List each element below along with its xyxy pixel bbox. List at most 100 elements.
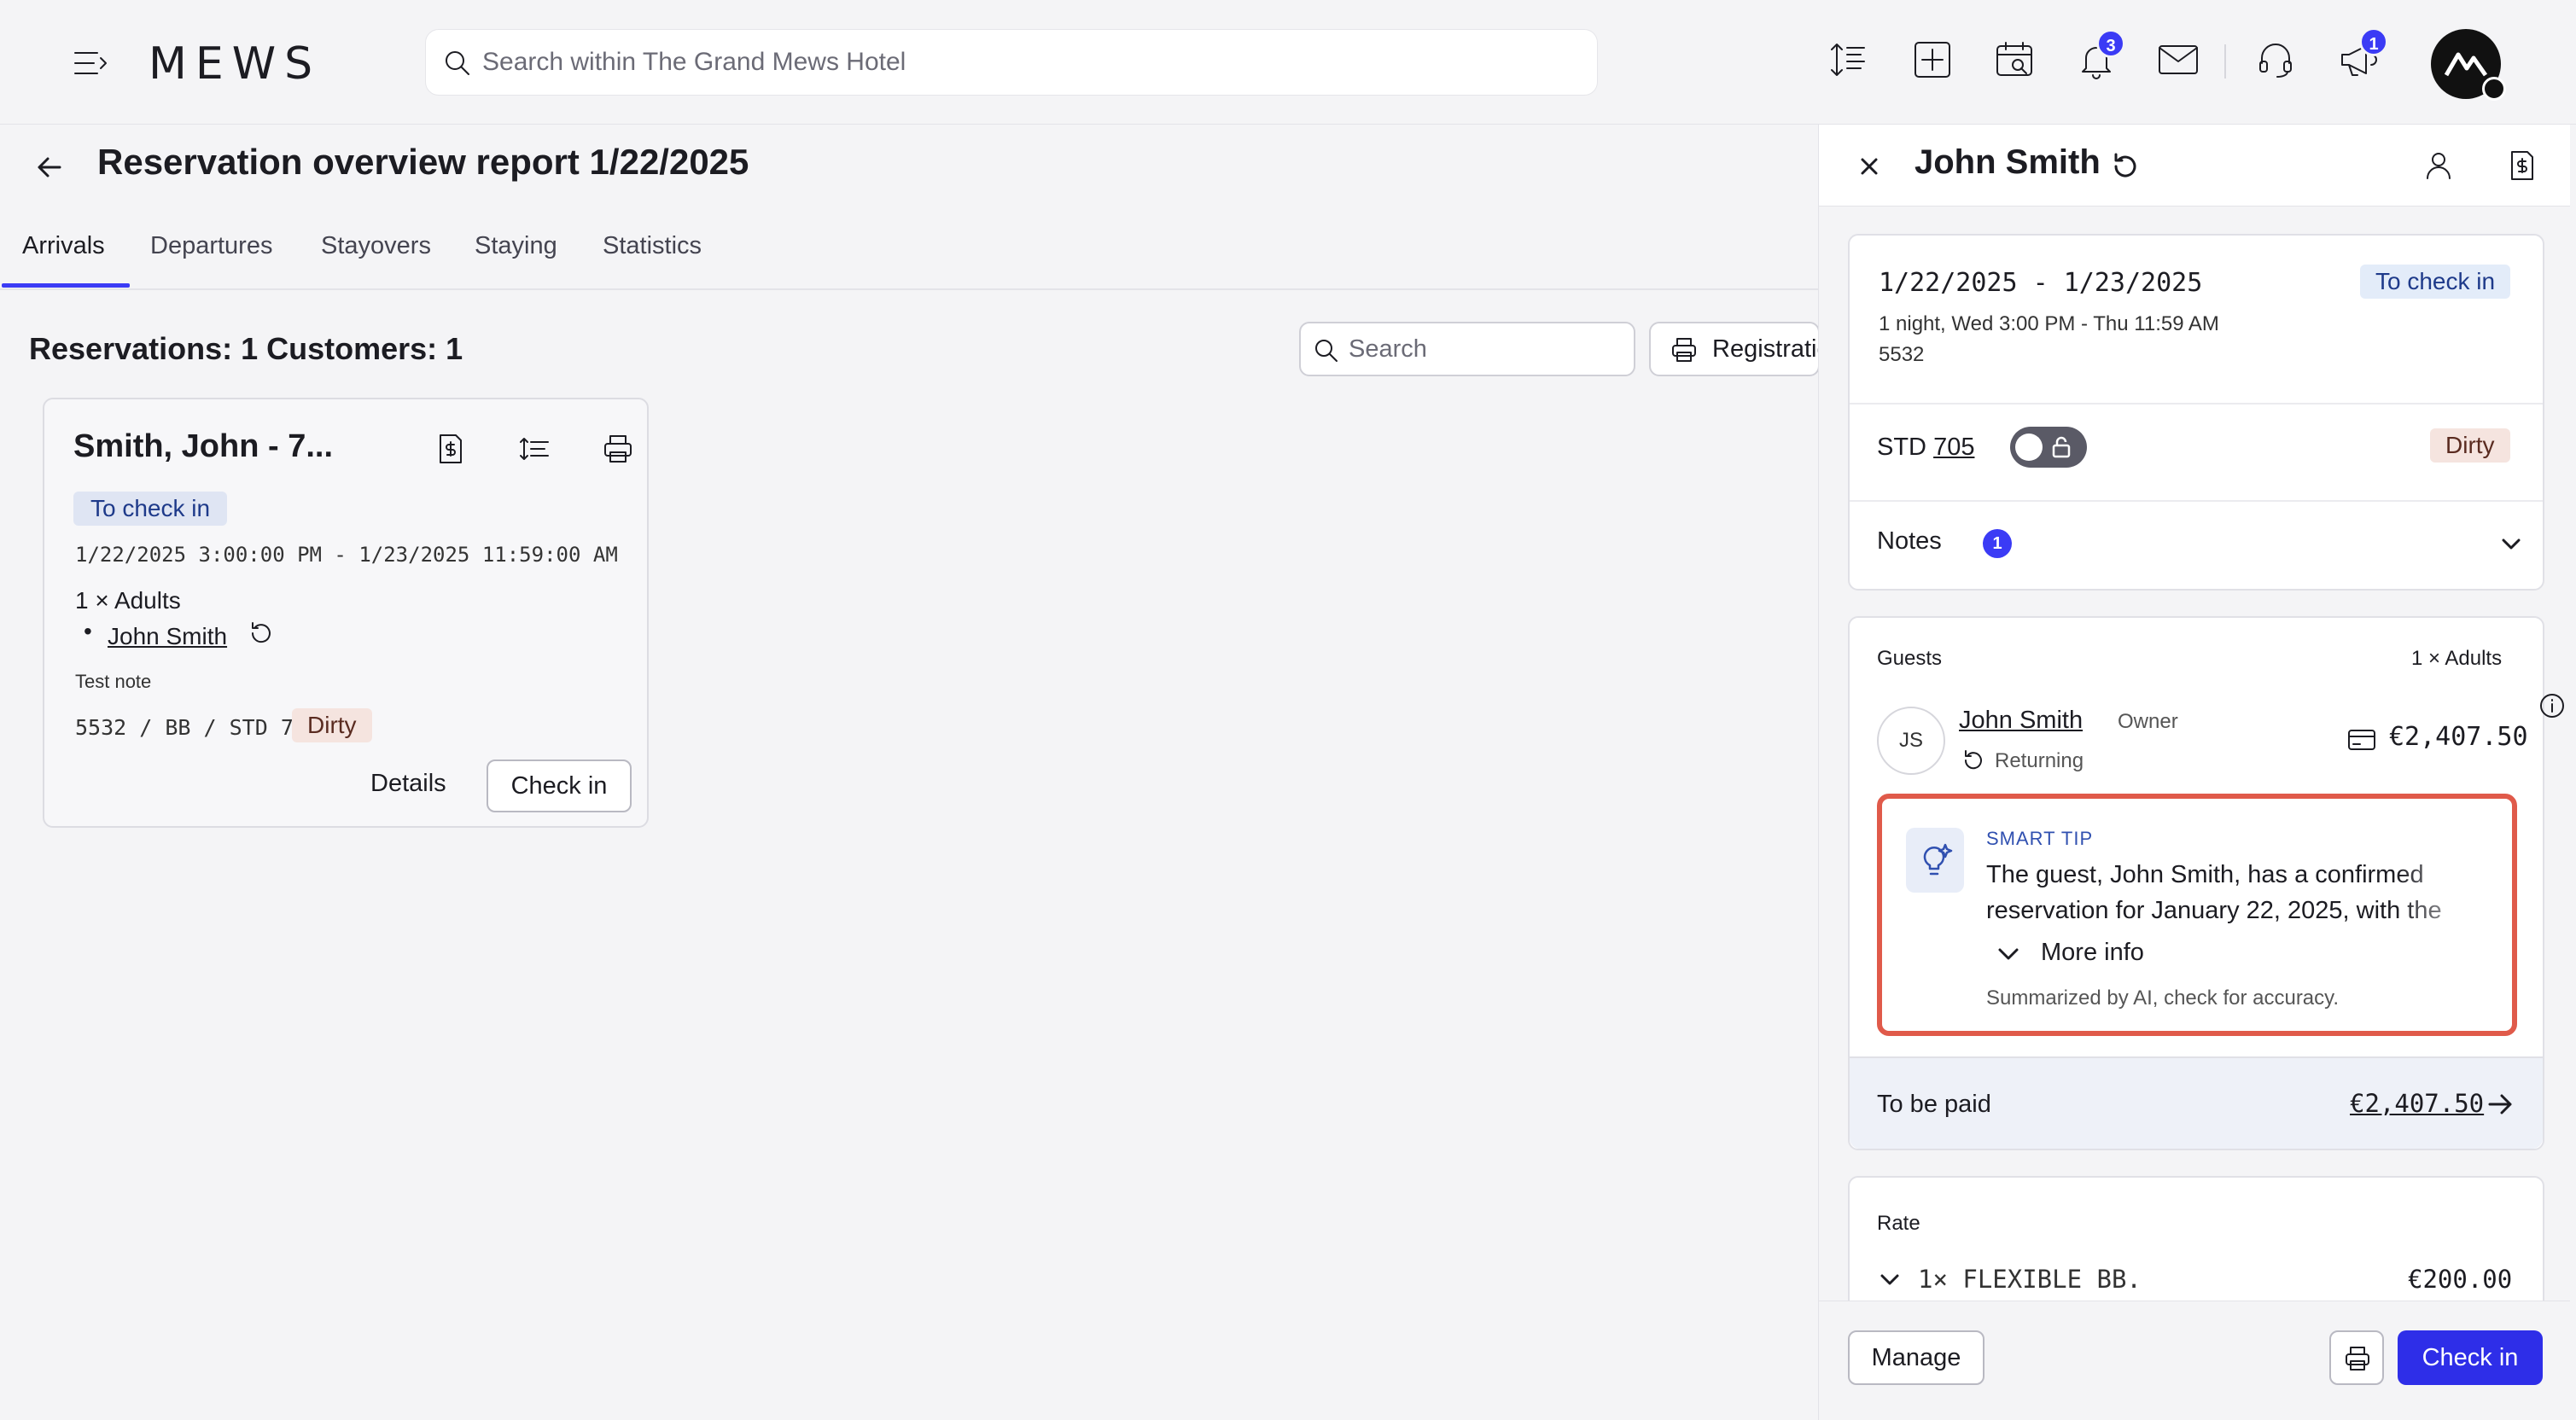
printer-icon[interactable]: [601, 432, 635, 466]
search-icon: [446, 51, 469, 75]
invoice-icon[interactable]: [434, 432, 468, 466]
panel-header: John Smith: [1819, 125, 2570, 207]
person-icon[interactable]: [2422, 148, 2456, 183]
reservation-number: 5532: [1879, 343, 1925, 366]
guest-count: 1 × Adults: [75, 587, 181, 614]
room-status-badge: Dirty: [292, 708, 372, 742]
divider: [1850, 500, 2543, 502]
rate-amount: €200.00: [2408, 1265, 2513, 1294]
guest-avatar[interactable]: JS: [1877, 707, 1945, 775]
back-arrow-icon[interactable]: [32, 150, 67, 184]
mail-icon[interactable]: [2156, 38, 2200, 82]
add-icon[interactable]: [1910, 38, 1955, 82]
headset-icon[interactable]: [2253, 38, 2298, 82]
stay-dates: 1/22/2025 - 1/23/2025: [1879, 268, 2203, 298]
avatar-status-dot: [2482, 77, 2506, 101]
user-avatar[interactable]: [2431, 29, 2506, 101]
smart-tip-card: SMART TIP The guest, John Smith, has a c…: [1877, 794, 2517, 1036]
ai-disclaimer: Summarized by AI, check for accuracy.: [1986, 986, 2340, 1010]
svg-text:MEWS: MEWS: [149, 38, 321, 87]
divider: [1850, 403, 2543, 404]
print-button[interactable]: [2329, 1330, 2384, 1385]
guest-role: Owner: [2118, 710, 2178, 733]
bullet: •: [84, 618, 92, 644]
check-in-button[interactable]: Check in: [487, 759, 632, 812]
room-label: STD 705: [1877, 434, 1975, 461]
rate-card: Rate 1× FLEXIBLE BB. €200.00: [1848, 1176, 2544, 1312]
guest-name-link[interactable]: John Smith: [1959, 707, 2083, 735]
reservation-search[interactable]: [1299, 322, 1635, 376]
check-in-button[interactable]: Check in: [2398, 1330, 2543, 1385]
to-be-paid-amount[interactable]: €2,407.50: [2350, 1089, 2484, 1118]
credit-card-icon: [2346, 727, 2377, 753]
lightbulb-sparkle-icon: [1906, 828, 1964, 893]
room-status-badge: Dirty: [2430, 428, 2510, 463]
search-icon: [1315, 340, 1338, 362]
tab-staying[interactable]: Staying: [475, 232, 557, 288]
status-badge: To check in: [2360, 265, 2511, 299]
registration-button[interactable]: Registration: [1649, 322, 1820, 376]
close-icon[interactable]: [1855, 152, 1884, 181]
returning-guest-icon: [246, 618, 277, 649]
stay-duration: 1 night, Wed 3:00 PM - Thu 11:59 AM: [1879, 312, 2219, 335]
tab-arrivals[interactable]: Arrivals: [22, 232, 105, 288]
chevron-down-icon[interactable]: [1993, 939, 2024, 969]
manage-button[interactable]: Manage: [1848, 1330, 1984, 1385]
sort-icon[interactable]: [1827, 38, 1871, 82]
list-icon[interactable]: [517, 432, 551, 466]
notifications-badge: 3: [2096, 29, 2125, 58]
status-badge: To check in: [73, 492, 228, 526]
smart-tip-text: The guest, John Smith, has a confirmed r…: [1986, 861, 2442, 924]
to-be-paid-label: To be paid: [1877, 1091, 1991, 1118]
printer-icon: [1672, 338, 1696, 362]
returning-guest-icon: [1959, 746, 1988, 775]
rate-label: Rate: [1877, 1212, 1920, 1235]
reservation-card: Smith, John - 7... To check in 1/22/2025…: [43, 398, 649, 828]
announcements-badge: 1: [2359, 27, 2388, 56]
info-icon[interactable]: [2538, 691, 2567, 720]
tab-stayovers[interactable]: Stayovers: [321, 232, 431, 288]
registration-label: Registration: [1712, 335, 1818, 363]
notes-label[interactable]: Notes: [1877, 527, 1942, 556]
details-button[interactable]: Details: [370, 770, 446, 798]
top-bar: MEWS 3 1: [0, 0, 2576, 125]
panel-title: John Smith: [1915, 143, 2101, 181]
more-info-button[interactable]: More info: [2041, 939, 2144, 967]
guests-label: Guests: [1877, 647, 1943, 670]
panel-footer: Manage Check in: [1819, 1301, 2570, 1420]
page-title: Reservation overview report 1/22/2025: [97, 142, 749, 182]
menu-icon[interactable]: [68, 44, 113, 82]
chevron-down-icon[interactable]: [1877, 1266, 1903, 1292]
reservation-search-input[interactable]: [1349, 323, 1622, 375]
global-search[interactable]: [425, 29, 1598, 96]
rate-name: 1× FLEXIBLE BB.: [1918, 1265, 2142, 1294]
lock-icon: [2052, 436, 2071, 458]
arrow-right-icon[interactable]: [2485, 1089, 2515, 1120]
invoice-icon[interactable]: [2505, 148, 2539, 183]
calendar-icon[interactable]: [1992, 38, 2037, 82]
reservation-detail-panel: John Smith 1/22/2025 - 1/23/2025 To chec…: [1818, 125, 2570, 1420]
reservation-card-title[interactable]: Smith, John - 7...: [73, 428, 333, 465]
toolbar-divider: [2224, 44, 2226, 79]
tab-departures[interactable]: Departures: [150, 232, 272, 288]
smart-tip-label: SMART TIP: [1986, 828, 2094, 849]
reservation-summary-card: 1/22/2025 - 1/23/2025 To check in 1 nigh…: [1848, 234, 2544, 591]
mews-logo[interactable]: MEWS: [149, 38, 370, 87]
returning-label: Returning: [1995, 749, 2084, 772]
chevron-down-icon[interactable]: [2498, 531, 2524, 556]
room-lock-toggle[interactable]: [2010, 427, 2087, 468]
active-tab-indicator: [2, 283, 130, 288]
guest-balance: €2,407.50: [2389, 722, 2528, 752]
tab-statistics[interactable]: Statistics: [603, 232, 702, 288]
to-be-paid-row[interactable]: To be paid €2,407.50: [1850, 1056, 2543, 1149]
guest-link[interactable]: John Smith: [108, 623, 227, 650]
room-number-link[interactable]: 705: [1933, 434, 1974, 461]
guests-card: Guests 1 × Adults JS John Smith Owner Re…: [1848, 616, 2564, 1150]
reservations-summary: Reservations: 1 Customers: 1: [29, 331, 463, 366]
report-tabs: Arrivals Departures Stayovers Staying St…: [0, 224, 1818, 290]
printer-icon: [2346, 1347, 2369, 1371]
notes-count-badge: 1: [1983, 529, 2012, 558]
reservation-note: Test note: [75, 671, 152, 692]
reservation-dates: 1/22/2025 3:00:00 PM - 1/23/2025 11:59:0…: [75, 543, 618, 567]
global-search-input[interactable]: [482, 30, 1575, 95]
